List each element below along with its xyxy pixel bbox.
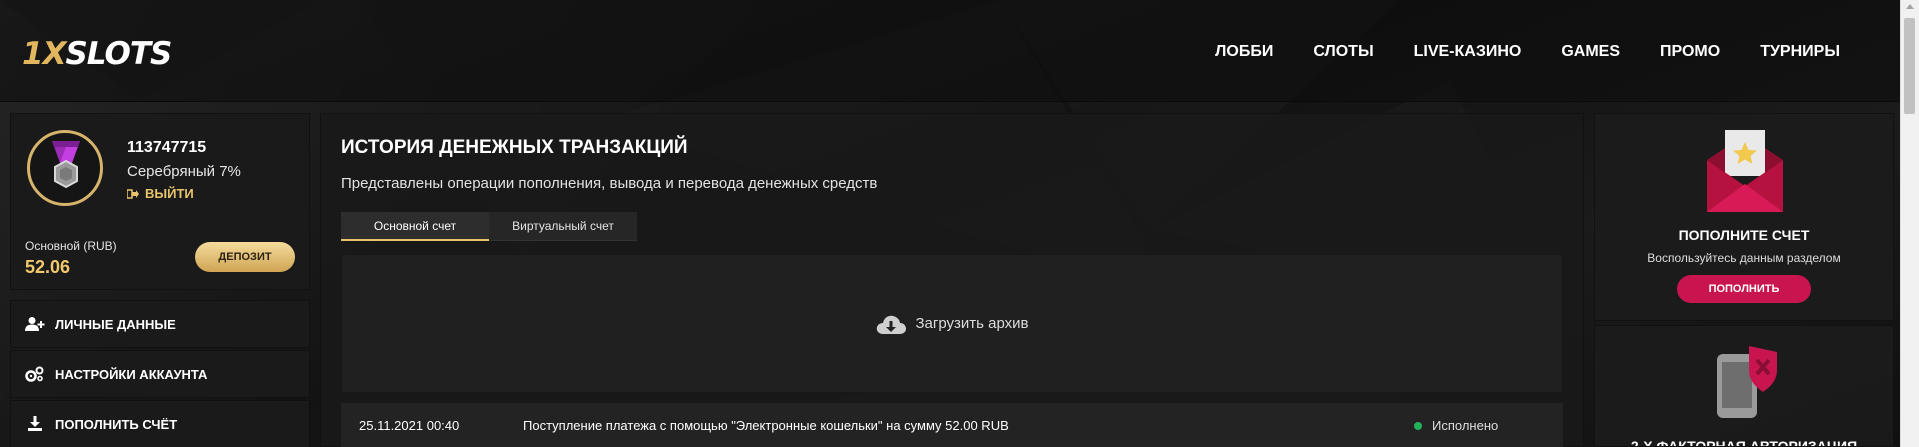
sidebar-item-label: ПОПОЛНИТЬ СЧЁТ <box>55 416 178 432</box>
sidebar-item-label: НАСТРОЙКИ АККАУНТА <box>55 366 208 382</box>
download-icon <box>28 416 42 431</box>
site-logo[interactable]: 1XSLOTS <box>22 36 172 72</box>
logout-label: ВЫЙТИ <box>145 186 194 201</box>
transactions-panel: ИСТОРИЯ ДЕНЕЖНЫХ ТРАНЗАКЦИЙ Представлены… <box>320 113 1584 447</box>
nav-tournaments[interactable]: ТУРНИРЫ <box>1760 43 1840 61</box>
user-card: 113747715 Серебряный 7% ВЫЙТИ Основной (… <box>10 113 310 290</box>
balance-value: 52.06 <box>25 257 71 277</box>
main-nav: ЛОББИ СЛОТЫ LIVE-КАЗИНО GAMES ПРОМО ТУРН… <box>1215 43 1840 61</box>
page-subtitle: Представлены операции пополнения, вывода… <box>341 175 878 192</box>
medal-icon <box>27 130 103 206</box>
status-label: Исполнено <box>1432 418 1499 433</box>
deposit-button[interactable]: ДЕПОЗИТ <box>195 242 295 272</box>
account-tabs: Основной счет Виртуальный счет <box>341 212 637 241</box>
transaction-status: Исполнено <box>1414 418 1498 433</box>
transaction-description: Поступление платежа с помощью "Электронн… <box>523 418 1009 433</box>
logout-link[interactable]: ВЫЙТИ <box>127 186 194 201</box>
page-scrollbar[interactable] <box>1900 0 1919 447</box>
two-factor-card: 2-Х ФАКТОРНАЯ АВТОРИЗАЦИЯ <box>1594 325 1894 447</box>
nav-promo[interactable]: ПРОМО <box>1660 43 1720 61</box>
nav-lobby[interactable]: ЛОББИ <box>1215 43 1273 61</box>
logo-prefix: 1X <box>22 36 66 72</box>
nav-live-casino[interactable]: LIVE-КАЗИНО <box>1414 43 1522 61</box>
download-archive-label: Загрузить архив <box>915 315 1029 332</box>
download-archive-button[interactable]: Загрузить архив <box>341 254 1563 393</box>
gears-icon <box>25 366 44 382</box>
logo-text: SLOTS <box>65 36 172 72</box>
scrollbar-thumb[interactable] <box>1904 18 1915 114</box>
logout-icon <box>127 188 139 199</box>
sidebar-item-deposit[interactable]: ПОПОЛНИТЬ СЧЁТ <box>10 400 310 447</box>
envelope-star-icon <box>1707 130 1783 212</box>
scroll-up-icon[interactable] <box>1906 4 1914 9</box>
nav-games[interactable]: GAMES <box>1561 43 1620 61</box>
user-level: Серебряный 7% <box>127 163 241 180</box>
page-title: ИСТОРИЯ ДЕНЕЖНЫХ ТРАНЗАКЦИЙ <box>341 137 688 158</box>
status-dot-icon <box>1414 421 1422 430</box>
cloud-download-icon <box>877 315 907 334</box>
user-id: 113747715 <box>127 139 207 156</box>
tab-main-account[interactable]: Основной счет <box>341 212 489 241</box>
nav-slots[interactable]: СЛОТЫ <box>1313 43 1373 61</box>
deposit-promo-card: ПОПОЛНИТЕ СЧЕТ Воспользуйтесь данным раз… <box>1594 113 1894 321</box>
transaction-date: 25.11.2021 00:40 <box>359 418 460 433</box>
phone-shield-icon <box>1717 346 1777 418</box>
balance-label: Основной (RUB) <box>25 239 117 253</box>
sidebar-item-account-settings[interactable]: НАСТРОЙКИ АККАУНТА <box>10 350 310 398</box>
sidebar-item-label: ЛИЧНЫЕ ДАННЫЕ <box>55 316 176 332</box>
user-add-icon <box>25 317 45 331</box>
site-header: 1XSLOTS ЛОББИ СЛОТЫ LIVE-КАЗИНО GAMES ПР… <box>0 0 1900 102</box>
table-row: 25.11.2021 00:40 Поступление платежа с п… <box>341 403 1563 447</box>
promo-title: ПОПОЛНИТЕ СЧЕТ <box>1678 227 1810 243</box>
top-up-button[interactable]: ПОПОЛНИТЬ <box>1677 275 1811 303</box>
two-factor-title: 2-Х ФАКТОРНАЯ АВТОРИЗАЦИЯ <box>1630 438 1858 447</box>
sidebar-item-personal-data[interactable]: ЛИЧНЫЕ ДАННЫЕ <box>10 300 310 348</box>
promo-subtitle: Воспользуйтесь данным разделом <box>1647 251 1841 265</box>
tab-virtual-account[interactable]: Виртуальный счет <box>489 212 637 241</box>
